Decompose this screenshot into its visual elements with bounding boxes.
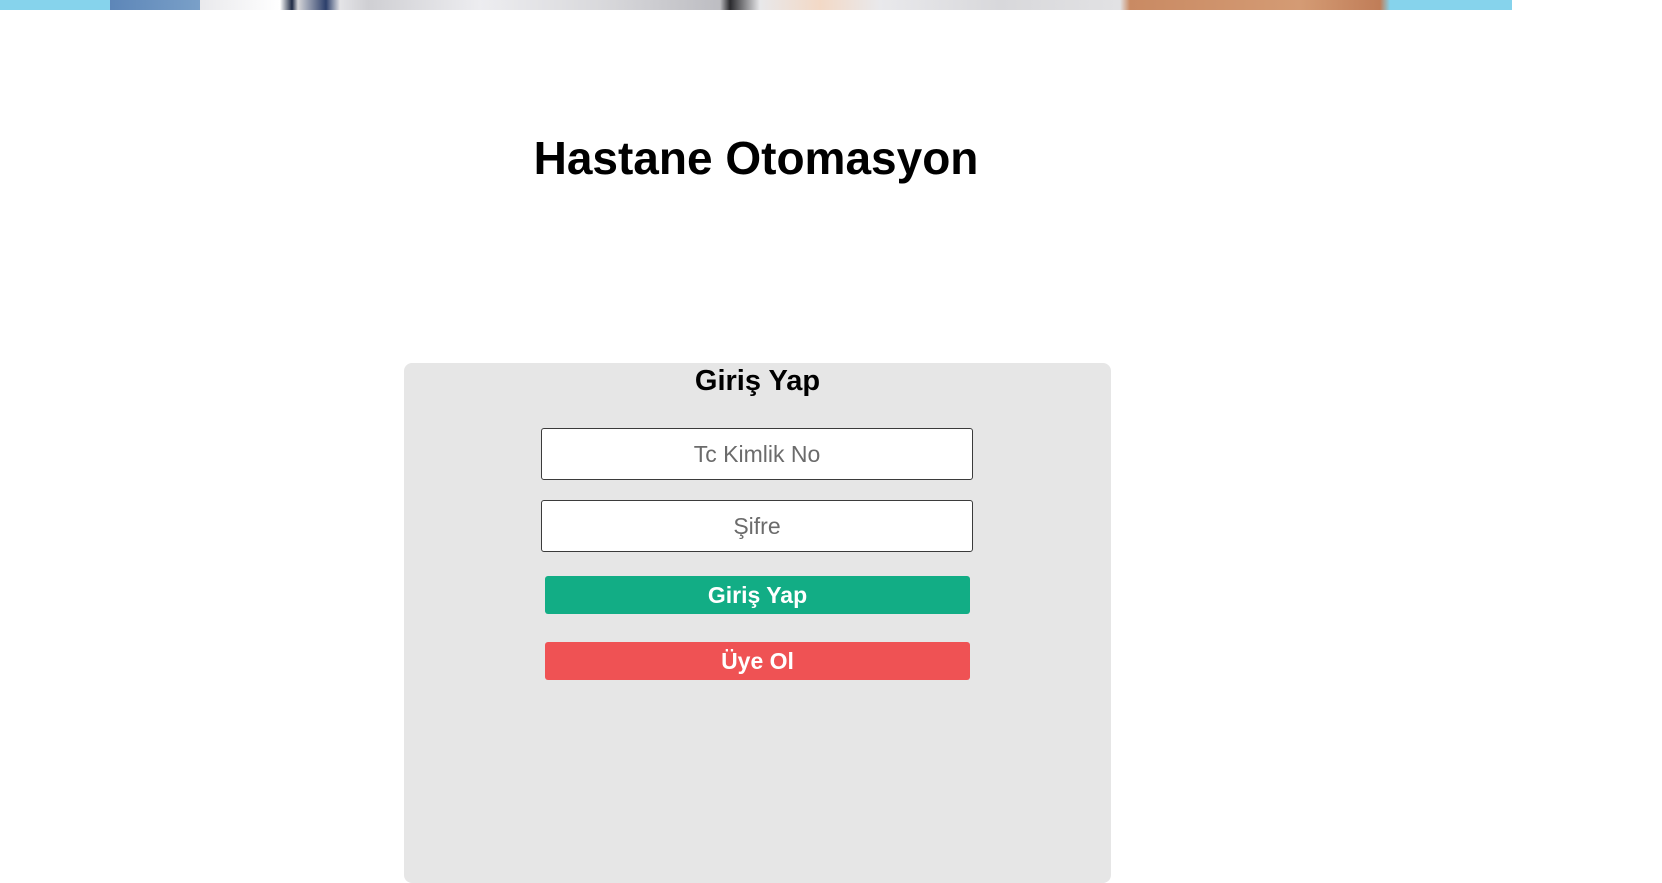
login-card: Giriş Yap Giriş Yap Üye Ol (404, 363, 1111, 883)
tc-kimlik-input[interactable] (541, 428, 973, 480)
register-button[interactable]: Üye Ol (545, 642, 970, 680)
page-title: Hastane Otomasyon (533, 132, 979, 184)
login-button[interactable]: Giriş Yap (545, 576, 970, 614)
password-input[interactable] (541, 500, 973, 552)
login-heading: Giriş Yap (694, 365, 821, 397)
hero-banner-image (0, 0, 1512, 10)
